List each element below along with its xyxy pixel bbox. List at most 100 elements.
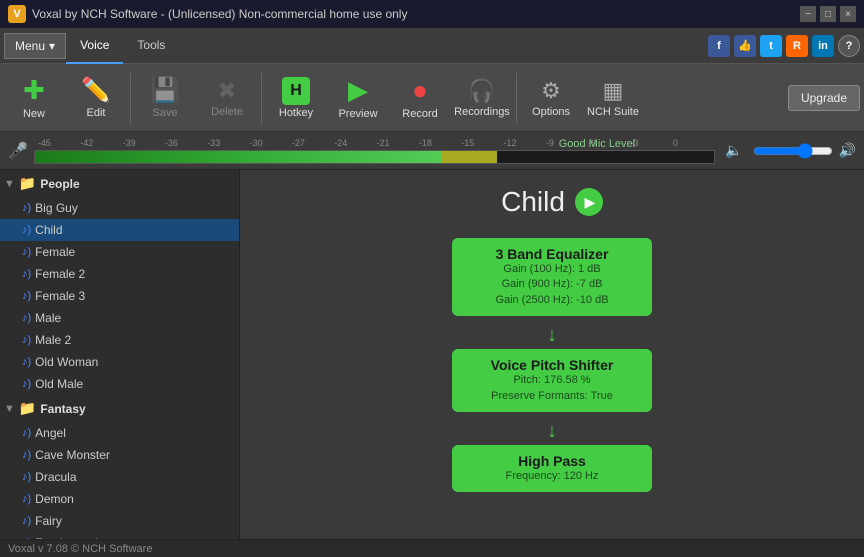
- record-label: Record: [402, 108, 437, 120]
- save-icon: 💾: [150, 76, 180, 105]
- delete-icon: ✖: [218, 78, 236, 104]
- folder-fantasy[interactable]: ▼ 📁 Fantasy: [0, 395, 239, 422]
- options-button[interactable]: ⚙ Options: [521, 68, 581, 128]
- recordings-button[interactable]: 🎧 Recordings: [452, 68, 512, 128]
- voice-dracula[interactable]: ♪)Dracula: [0, 466, 239, 488]
- level-bar-row: [34, 150, 715, 164]
- equalizer-param-2: Gain (900 Hz): -7 dB: [468, 277, 636, 292]
- edit-label: Edit: [87, 107, 106, 119]
- status-bar: Voxal v 7.08 © NCH Software: [0, 539, 864, 557]
- voice-female3[interactable]: ♪)Female 3: [0, 285, 239, 307]
- level-bar-fill-green: [35, 151, 443, 163]
- voice-icon: ♪): [22, 427, 31, 439]
- voice-cave-monster[interactable]: ♪)Cave Monster: [0, 444, 239, 466]
- play-icon: ▶: [585, 194, 596, 211]
- delete-label: Delete: [211, 106, 243, 118]
- voice-angel[interactable]: ♪)Angel: [0, 422, 239, 444]
- title-bar-left: V Voxal by NCH Software - (Unlicensed) N…: [8, 5, 407, 23]
- voice-icon: ♪): [22, 290, 31, 302]
- recordings-label: Recordings: [454, 106, 510, 118]
- sidebar: ▼ 📁 People ♪)Big Guy ♪)Child ♪)Female ♪)…: [0, 170, 240, 539]
- new-icon: ✚: [23, 75, 45, 106]
- voice-frankenstein[interactable]: ♪)Frankenstein: [0, 532, 239, 539]
- save-label: Save: [152, 107, 177, 119]
- folder-people-icon: 📁: [19, 175, 36, 192]
- equalizer-param-3: Gain (2500 Hz): -10 dB: [468, 293, 636, 308]
- app-logo: V: [8, 5, 26, 23]
- title-bar: V Voxal by NCH Software - (Unlicensed) N…: [0, 0, 864, 28]
- record-button[interactable]: ● Record: [390, 68, 450, 128]
- folder-people-label: People: [40, 177, 79, 191]
- voice-play-button[interactable]: ▶: [575, 188, 603, 216]
- high-pass-effect-box[interactable]: High Pass Frequency: 120 Hz: [452, 445, 652, 492]
- twitter-button[interactable]: t: [760, 35, 782, 57]
- voice-old-male[interactable]: ♪)Old Male: [0, 373, 239, 395]
- volume-up-icon: 🔊: [839, 142, 856, 159]
- voice-big-guy[interactable]: ♪)Big Guy: [0, 197, 239, 219]
- minimize-button[interactable]: −: [800, 6, 816, 22]
- facebook-button[interactable]: f: [708, 35, 730, 57]
- options-label: Options: [532, 106, 570, 118]
- voice-main-title: Child: [501, 186, 565, 218]
- toolbar-separator-3: [516, 73, 517, 123]
- pitch-shifter-param-2: Preserve Formants: True: [468, 389, 636, 404]
- maximize-button[interactable]: □: [820, 6, 836, 22]
- recordings-icon: 🎧: [468, 78, 495, 104]
- status-text: Voxal v 7.08 © NCH Software: [8, 543, 152, 555]
- main-content: ▼ 📁 People ♪)Big Guy ♪)Child ♪)Female ♪)…: [0, 170, 864, 539]
- like-button[interactable]: 👍: [734, 35, 756, 57]
- tab-tools[interactable]: Tools: [123, 28, 179, 64]
- voice-fairy[interactable]: ♪)Fairy: [0, 510, 239, 532]
- folder-people[interactable]: ▼ 📁 People: [0, 170, 239, 197]
- pitch-shifter-param-1: Pitch: 176.58 %: [468, 373, 636, 388]
- voice-icon: ♪): [22, 378, 31, 390]
- edit-button[interactable]: ✏️ Edit: [66, 68, 126, 128]
- voice-female2[interactable]: ♪)Female 2: [0, 263, 239, 285]
- volume-slider[interactable]: [753, 143, 833, 159]
- menu-chevron-icon: ▾: [49, 39, 55, 53]
- new-label: New: [23, 108, 45, 120]
- level-bar: [34, 150, 715, 164]
- level-meter-area: 🎤 -45 -42 -39 -36 -33 -30 -27 -24 -21 -1…: [0, 132, 864, 170]
- rss-button[interactable]: R: [786, 35, 808, 57]
- voice-title-row: Child ▶: [501, 186, 603, 218]
- voice-icon: ♪): [22, 493, 31, 505]
- voice-female[interactable]: ♪)Female: [0, 241, 239, 263]
- voice-child[interactable]: ♪)Child: [0, 219, 239, 241]
- upgrade-button[interactable]: Upgrade: [788, 85, 860, 111]
- preview-icon: ▶: [348, 75, 368, 106]
- edit-icon: ✏️: [81, 76, 111, 105]
- main-panel: Child ▶ 3 Band Equalizer Gain (100 Hz): …: [240, 170, 864, 539]
- save-button: 💾 Save: [135, 68, 195, 128]
- delete-button: ✖ Delete: [197, 68, 257, 128]
- social-buttons: f 👍 t R in ?: [708, 35, 860, 57]
- app-title: Voxal by NCH Software - (Unlicensed) Non…: [32, 7, 407, 21]
- linkedin-button[interactable]: in: [812, 35, 834, 57]
- voice-icon: ♪): [22, 202, 31, 214]
- menu-label: Menu: [15, 39, 45, 53]
- nch-suite-button[interactable]: ▦ NCH Suite: [583, 68, 643, 128]
- toolbar-separator-1: [130, 73, 131, 123]
- hotkey-icon: H: [282, 77, 310, 105]
- close-button[interactable]: ×: [840, 6, 856, 22]
- title-bar-controls: − □ ×: [800, 6, 856, 22]
- voice-male[interactable]: ♪)Male: [0, 307, 239, 329]
- pitch-shifter-title: Voice Pitch Shifter: [468, 357, 636, 373]
- equalizer-effect-box[interactable]: 3 Band Equalizer Gain (100 Hz): 1 dB Gai…: [452, 238, 652, 316]
- voice-icon: ♪): [22, 334, 31, 346]
- voice-icon: ♪): [22, 471, 31, 483]
- pitch-shifter-effect-box[interactable]: Voice Pitch Shifter Pitch: 176.58 % Pres…: [452, 349, 652, 412]
- hotkey-button[interactable]: H Hotkey: [266, 68, 326, 128]
- nch-suite-icon: ▦: [603, 78, 624, 104]
- voice-demon[interactable]: ♪)Demon: [0, 488, 239, 510]
- voice-old-woman[interactable]: ♪)Old Woman: [0, 351, 239, 373]
- new-button[interactable]: ✚ New: [4, 68, 64, 128]
- arrow-down-2: ↓: [547, 420, 557, 443]
- voice-icon: ♪): [22, 537, 31, 539]
- tab-voice[interactable]: Voice: [66, 28, 123, 64]
- preview-button[interactable]: ▶ Preview: [328, 68, 388, 128]
- menu-dropdown-button[interactable]: Menu ▾: [4, 33, 66, 59]
- help-button[interactable]: ?: [838, 35, 860, 57]
- voice-icon: ♪): [22, 224, 31, 236]
- voice-male2[interactable]: ♪)Male 2: [0, 329, 239, 351]
